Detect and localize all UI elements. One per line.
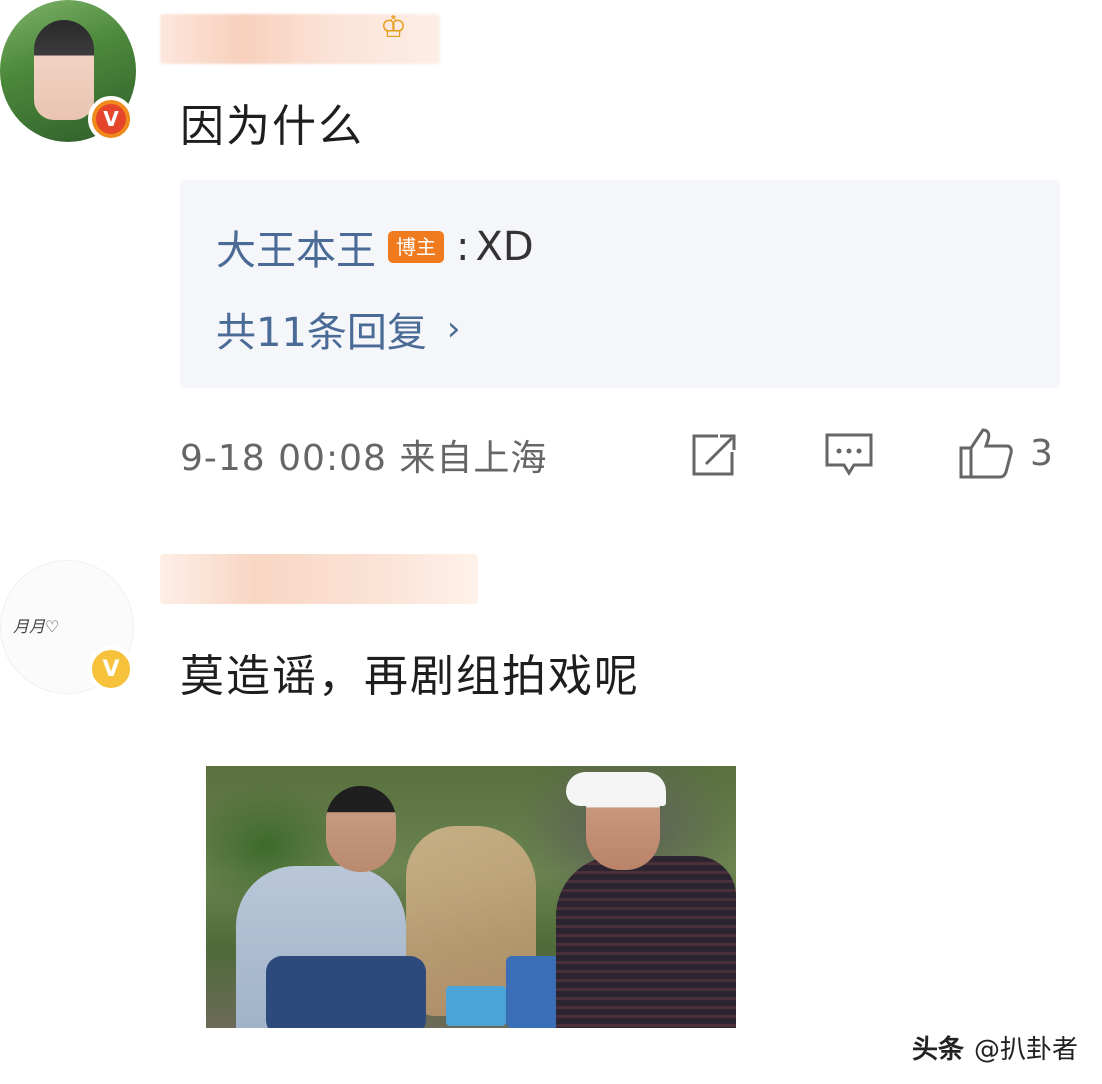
comment-meta: 9-18 00:08 来自上海 3 xyxy=(180,428,1060,480)
reply-author[interactable]: 大王本王 xyxy=(216,218,376,276)
comment-text: 因为什么 xyxy=(180,101,364,152)
verified-badge-icon: V xyxy=(88,646,134,692)
reply-line: 大王本王 博主 : XD xyxy=(216,218,534,276)
reply-text: XD xyxy=(475,224,534,270)
like-count: 3 xyxy=(1030,432,1053,474)
verified-badge-icon: V xyxy=(88,96,134,142)
reply-count-label: 共11条回复 xyxy=(216,310,427,356)
comment-text: 莫造谣，再剧组拍戏呢 xyxy=(180,651,640,702)
reply-preview[interactable]: 大王本王 博主 : XD 共11条回复 › xyxy=(180,180,1060,388)
like-button[interactable]: 3 xyxy=(958,426,1053,480)
photo-stool xyxy=(446,986,506,1026)
chevron-right-icon: › xyxy=(446,309,461,349)
share-icon xyxy=(692,434,736,476)
watermark-handle: @扒卦者 xyxy=(973,1035,1078,1065)
share-button[interactable] xyxy=(688,432,738,478)
photo-person-right xyxy=(556,856,736,1028)
comment-icon xyxy=(825,433,873,476)
comment-item: 月月♡ V 莫造谣，再剧组拍戏呢 xyxy=(0,540,1102,1084)
comment-button[interactable] xyxy=(824,432,874,478)
crown-icon: ♔ xyxy=(380,10,407,45)
photo-person-left-head xyxy=(326,786,396,872)
username-redacted[interactable] xyxy=(160,554,478,604)
comment-photo[interactable] xyxy=(206,766,736,1028)
view-replies-link[interactable]: 共11条回复 › xyxy=(216,300,461,358)
timestamp-location: 9-18 00:08 来自上海 xyxy=(180,438,548,479)
blogger-tag: 博主 xyxy=(388,231,444,263)
photo-cap xyxy=(566,772,666,806)
comment-item: V ♔ 因为什么 大王本王 博主 : XD 共11条回复 › 9-18 00:0… xyxy=(0,0,1102,510)
watermark: 头条 @扒卦者 xyxy=(912,1029,1078,1066)
photo-person-left-legs xyxy=(266,956,426,1028)
avatar-signature: 月月♡ xyxy=(13,617,60,636)
thumbs-up-icon xyxy=(959,428,1013,479)
reply-separator: : xyxy=(456,224,470,270)
watermark-brand: 头条 xyxy=(911,1035,964,1065)
